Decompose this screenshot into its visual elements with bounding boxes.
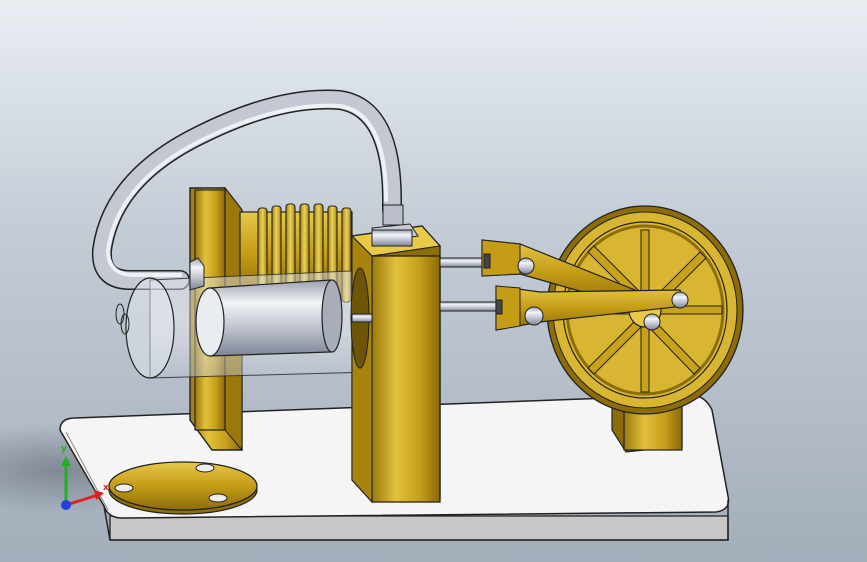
triad-y-label: y (61, 444, 67, 454)
center-support[interactable] (350, 223, 442, 504)
triad-x-label: x (103, 483, 109, 493)
displacer-piston[interactable] (195, 279, 343, 357)
burner-lid[interactable] (108, 461, 258, 515)
stirling-engine-model[interactable] (0, 0, 867, 562)
3d-viewport[interactable]: y x (0, 0, 867, 562)
